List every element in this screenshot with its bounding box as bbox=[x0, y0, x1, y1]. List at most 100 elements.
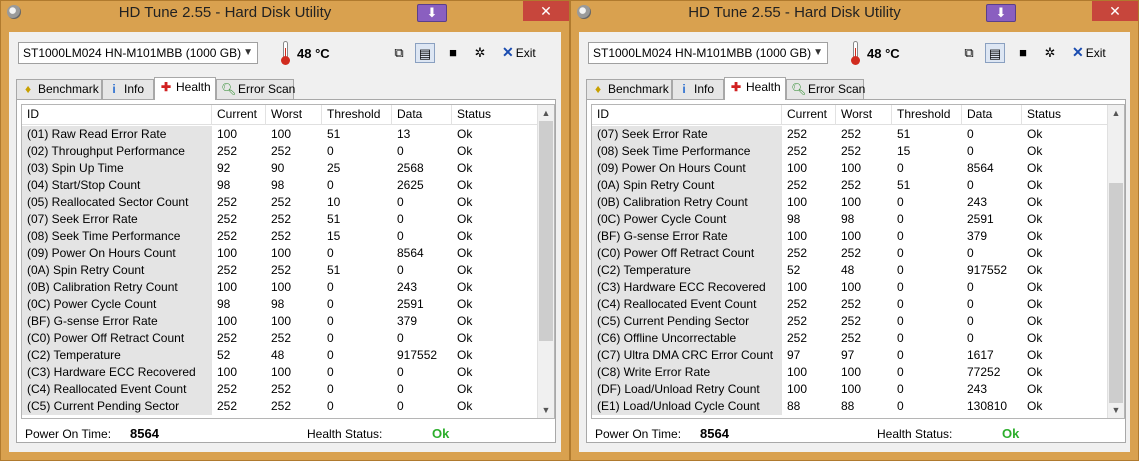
drive-select[interactable]: ST1000LM024 HN-M101MBB (1000 GB) ▼ bbox=[18, 42, 258, 64]
info-icon: i bbox=[112, 82, 116, 96]
column-header-id[interactable]: ID bbox=[22, 105, 212, 125]
column-header-id[interactable]: ID bbox=[592, 105, 782, 125]
table-row[interactable]: (0B) Calibration Retry Count 100 100 0 243 Ok bbox=[592, 194, 1107, 211]
vertical-scrollbar[interactable]: ▲ ▼ bbox=[1107, 105, 1124, 418]
table-row[interactable]: (07) Seek Error Rate 252 252 51 0 Ok bbox=[592, 126, 1107, 143]
cell-threshold: 0 bbox=[327, 144, 334, 158]
table-row[interactable]: (E1) Load/Unload Cycle Count 88 88 0 130810 O… bbox=[592, 398, 1107, 415]
table-row[interactable]: (08) Seek Time Performance 252 252 15 0 Ok bbox=[592, 143, 1107, 160]
cell-status: Ok bbox=[457, 382, 473, 396]
vertical-scrollbar[interactable]: ▲ ▼ bbox=[537, 105, 554, 418]
cell-status: Ok bbox=[457, 314, 473, 328]
column-header-status[interactable]: Status bbox=[1022, 105, 1108, 125]
column-header-status[interactable]: Status bbox=[452, 105, 538, 125]
title-bar[interactable]: HD Tune 2.55 - Hard Disk Utility ⬇ ✕ bbox=[1, 1, 569, 25]
cell-id: (C4) Reallocated Event Count bbox=[592, 296, 782, 313]
minimize-to-tray-button[interactable]: ⬇ bbox=[417, 4, 447, 22]
table-row[interactable]: (C6) Offline Uncorrectable 252 252 0 0 Ok bbox=[592, 330, 1107, 347]
tab-info[interactable]: i Info bbox=[672, 79, 724, 99]
tab-benchmark[interactable]: ♦ Benchmark bbox=[16, 79, 102, 99]
column-header-worst[interactable]: Worst bbox=[266, 105, 322, 125]
cell-status: Ok bbox=[457, 178, 473, 192]
copy-text-button[interactable]: ⧉ bbox=[959, 43, 979, 63]
column-header-threshold[interactable]: Threshold bbox=[322, 105, 392, 125]
options-button[interactable]: ✲ bbox=[470, 43, 490, 63]
scroll-thumb[interactable] bbox=[539, 121, 553, 341]
column-header-current[interactable]: Current bbox=[212, 105, 266, 125]
table-row[interactable]: (0B) Calibration Retry Count 100 100 0 243 Ok bbox=[22, 279, 537, 296]
table-row[interactable]: (C2) Temperature 52 48 0 917552 Ok bbox=[22, 347, 537, 364]
tab-info[interactable]: i Info bbox=[102, 79, 154, 99]
cell-threshold: 0 bbox=[327, 382, 334, 396]
table-row[interactable]: (C3) Hardware ECC Recovered 100 100 0 0 Ok bbox=[22, 364, 537, 381]
table-row[interactable]: (C0) Power Off Retract Count 252 252 0 0 Ok bbox=[592, 245, 1107, 262]
cell-worst: 98 bbox=[841, 212, 855, 226]
save-button[interactable]: ■ bbox=[1013, 43, 1033, 63]
save-button[interactable]: ■ bbox=[443, 43, 463, 63]
table-row[interactable]: (07) Seek Error Rate 252 252 51 0 Ok bbox=[22, 211, 537, 228]
info-icon: i bbox=[682, 82, 686, 96]
column-header-worst[interactable]: Worst bbox=[836, 105, 892, 125]
table-row[interactable]: (C4) Reallocated Event Count 252 252 0 0 Ok bbox=[592, 296, 1107, 313]
scroll-down-arrow-icon[interactable]: ▼ bbox=[538, 402, 554, 418]
scroll-up-arrow-icon[interactable]: ▲ bbox=[538, 105, 554, 121]
scroll-thumb[interactable] bbox=[1109, 183, 1123, 403]
cell-threshold: 0 bbox=[327, 246, 334, 260]
exit-button[interactable]: ✕ Exit bbox=[1072, 44, 1106, 61]
close-button[interactable]: ✕ bbox=[1092, 1, 1138, 21]
arrow-down-icon: ⬇ bbox=[426, 5, 438, 20]
table-row[interactable]: (03) Spin Up Time 92 90 25 2568 Ok bbox=[22, 160, 537, 177]
table-row[interactable]: (08) Seek Time Performance 252 252 15 0 Ok bbox=[22, 228, 537, 245]
cell-current: 252 bbox=[217, 263, 238, 277]
copy-text-button[interactable]: ⧉ bbox=[389, 43, 409, 63]
table-row[interactable]: (0C) Power Cycle Count 98 98 0 2591 Ok bbox=[22, 296, 537, 313]
table-row[interactable]: (DF) Load/Unload Retry Count 100 100 0 243 Ok bbox=[592, 381, 1107, 398]
table-row[interactable]: (C3) Hardware ECC Recovered 100 100 0 0 Ok bbox=[592, 279, 1107, 296]
table-row[interactable]: (09) Power On Hours Count 100 100 0 8564 Ok bbox=[22, 245, 537, 262]
table-row[interactable]: (C4) Reallocated Event Count 252 252 0 0 Ok bbox=[22, 381, 537, 398]
table-row[interactable]: (C2) Temperature 52 48 0 917552 Ok bbox=[592, 262, 1107, 279]
table-row[interactable]: (C0) Power Off Retract Count 252 252 0 0 Ok bbox=[22, 330, 537, 347]
copy-screenshot-button[interactable]: ▤ bbox=[985, 43, 1005, 63]
column-header-current[interactable]: Current bbox=[782, 105, 836, 125]
cell-worst: 252 bbox=[841, 297, 862, 311]
tab-health[interactable]: ✚ Health bbox=[154, 77, 216, 100]
table-row[interactable]: (C5) Current Pending Sector 252 252 0 0 Ok bbox=[22, 398, 537, 415]
column-header-data[interactable]: Data bbox=[962, 105, 1022, 125]
toolbar: ST1000LM024 HN-M101MBB (1000 GB) ▼ 48 °C… bbox=[579, 32, 1130, 72]
tab-error-scan[interactable]: 🔍︎ Error Scan bbox=[216, 79, 295, 99]
tab-benchmark[interactable]: ♦ Benchmark bbox=[586, 79, 672, 99]
gear-icon: ✲ bbox=[1044, 45, 1056, 60]
table-row[interactable]: (02) Throughput Performance 252 252 0 0 Ok bbox=[22, 143, 537, 160]
scroll-up-arrow-icon[interactable]: ▲ bbox=[1108, 105, 1124, 121]
column-header-threshold[interactable]: Threshold bbox=[892, 105, 962, 125]
exit-x-icon: ✕ bbox=[1072, 44, 1084, 60]
table-row[interactable]: (01) Raw Read Error Rate 100 100 51 13 Ok bbox=[22, 126, 537, 143]
tab-error-scan[interactable]: 🔍︎ Error Scan bbox=[786, 79, 866, 99]
table-row[interactable]: (C7) Ultra DMA CRC Error Count 97 97 0 1617 O… bbox=[592, 347, 1107, 364]
minimize-to-tray-button[interactable]: ⬇ bbox=[986, 4, 1016, 22]
table-row[interactable]: (BF) G-sense Error Rate 100 100 0 379 Ok bbox=[22, 313, 537, 330]
exit-button[interactable]: ✕ Exit bbox=[502, 44, 536, 61]
tab-label: Error Scan bbox=[808, 82, 866, 96]
cell-current: 100 bbox=[787, 229, 808, 243]
table-row[interactable]: (04) Start/Stop Count 98 98 0 2625 Ok bbox=[22, 177, 537, 194]
table-row[interactable]: (C8) Write Error Rate 100 100 0 77252 Ok bbox=[592, 364, 1107, 381]
options-button[interactable]: ✲ bbox=[1040, 43, 1060, 63]
table-row[interactable]: (05) Reallocated Sector Count 252 252 10 0 Ok bbox=[22, 194, 537, 211]
table-row[interactable]: (C5) Current Pending Sector 252 252 0 0 Ok bbox=[592, 313, 1107, 330]
table-row[interactable]: (0A) Spin Retry Count 252 252 51 0 Ok bbox=[22, 262, 537, 279]
tab-label: Info bbox=[694, 82, 715, 96]
cell-status: Ok bbox=[1027, 314, 1043, 328]
tab-health[interactable]: ✚ Health bbox=[724, 77, 786, 100]
scroll-down-arrow-icon[interactable]: ▼ bbox=[1108, 402, 1124, 418]
drive-select[interactable]: ST1000LM024 HN-M101MBB (1000 GB) ▼ bbox=[588, 42, 828, 64]
column-header-data[interactable]: Data bbox=[392, 105, 452, 125]
close-button[interactable]: ✕ bbox=[523, 1, 569, 21]
copy-screenshot-button[interactable]: ▤ bbox=[415, 43, 435, 63]
table-row[interactable]: (0A) Spin Retry Count 252 252 51 0 Ok bbox=[592, 177, 1107, 194]
table-row[interactable]: (BF) G-sense Error Rate 100 100 0 379 Ok bbox=[592, 228, 1107, 245]
table-row[interactable]: (0C) Power Cycle Count 98 98 0 2591 Ok bbox=[592, 211, 1107, 228]
table-row[interactable]: (09) Power On Hours Count 100 100 0 8564 Ok bbox=[592, 160, 1107, 177]
title-bar[interactable]: HD Tune 2.55 - Hard Disk Utility ⬇ ✕ bbox=[571, 1, 1138, 25]
